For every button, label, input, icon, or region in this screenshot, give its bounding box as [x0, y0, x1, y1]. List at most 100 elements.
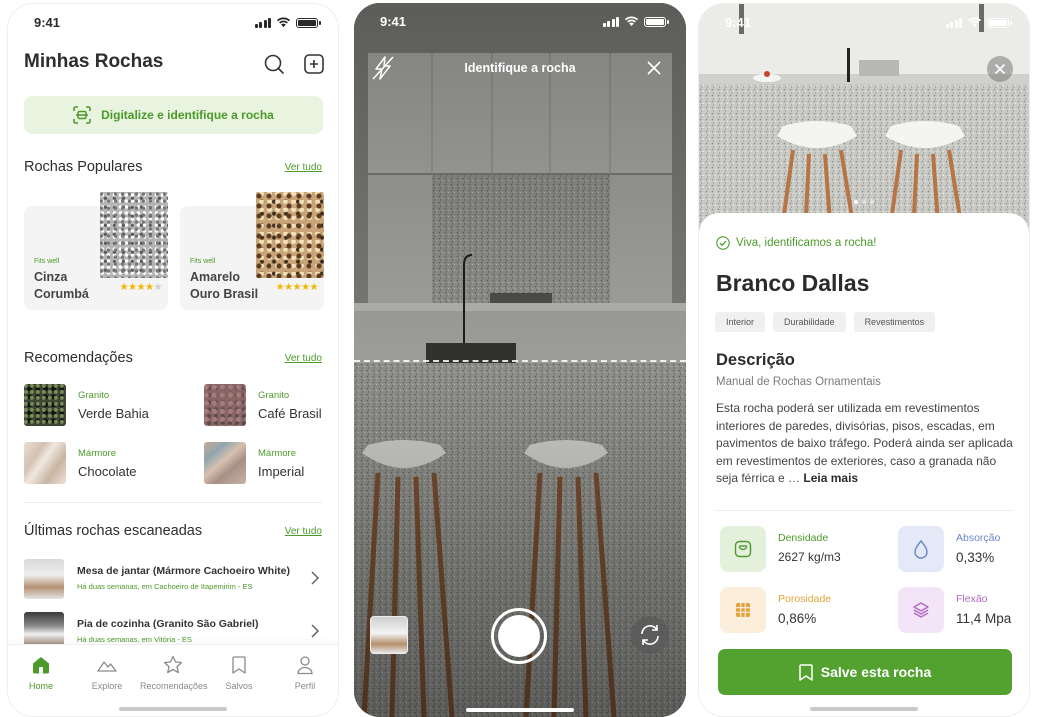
scan-guide-line — [354, 360, 686, 362]
rock-thumbnail — [204, 384, 246, 426]
recent-scan-item[interactable]: Mesa de jantar (Mármore Cachoeiro White)… — [24, 559, 322, 599]
wifi-icon — [624, 16, 639, 27]
tab-explore[interactable]: Explore — [74, 655, 140, 691]
description-text: Esta rocha poderá ser utilizada em reves… — [716, 401, 1013, 486]
status-bar: 9:41 — [354, 13, 686, 31]
tab-label: Recomendações — [140, 681, 208, 691]
tag-chips: Interior Durabilidade Revestimentos — [715, 312, 936, 332]
stat-flexion: Flexão 11,4 Mpa — [898, 587, 1029, 635]
save-rock-button[interactable]: Salve esta rocha — [718, 649, 1012, 695]
shutter-button[interactable] — [491, 608, 547, 664]
rock-thumbnail — [24, 442, 66, 484]
rock-category: Granito — [258, 390, 290, 401]
recent-section-header: Últimas rochas escaneadas Ver tudo — [24, 523, 322, 539]
recommendations-heading: Recomendações — [24, 350, 133, 366]
wifi-icon — [276, 17, 291, 28]
tab-profile[interactable]: Perfil — [272, 655, 338, 691]
status-time: 9:41 — [380, 14, 407, 29]
scan-icon — [73, 106, 91, 124]
home-icon — [33, 657, 49, 674]
droplet-icon — [898, 526, 944, 572]
save-button-label: Salve esta rocha — [820, 664, 932, 680]
battery-icon — [987, 18, 1012, 28]
recent-see-all-link[interactable]: Ver tudo — [285, 526, 322, 537]
search-icon[interactable] — [263, 53, 285, 75]
wifi-icon — [967, 17, 982, 28]
rock-name: Chocolate — [78, 464, 137, 479]
recommendation-item[interactable]: Mármore Imperial — [204, 442, 338, 484]
mountain-icon — [97, 661, 117, 672]
switch-camera-button[interactable] — [631, 616, 669, 654]
result-screen: 9:41 Viva, identificamos a rocha! Branco… — [698, 3, 1030, 717]
scan-rock-button[interactable]: Digitalize e identifique a rocha — [24, 96, 323, 134]
recommendations-see-all-link[interactable]: Ver tudo — [285, 353, 322, 364]
tab-saved[interactable]: Salvos — [206, 655, 272, 691]
recommendation-item[interactable]: Granito Café Brasil — [204, 384, 338, 426]
stat-porosity: Porosidade 0,86% — [720, 587, 870, 635]
popular-see-all-link[interactable]: Ver tudo — [285, 162, 322, 173]
status-bar: 9:41 — [8, 14, 338, 32]
rock-name: Verde Bahia — [78, 406, 149, 421]
camera-title: Identifique a rocha — [464, 61, 576, 75]
rotate-camera-icon — [641, 625, 659, 645]
page-title: Minhas Rochas — [24, 51, 164, 72]
stat-density: Densidade 2627 kg/m3 — [720, 526, 870, 574]
tab-home[interactable]: Home — [8, 655, 74, 691]
scan-subtitle: Há duas semanas, em Cachoeiro de Itapemi… — [77, 582, 253, 591]
stat-label: Porosidade — [778, 593, 832, 605]
tab-label: Salvos — [225, 681, 253, 691]
divider — [715, 510, 1013, 511]
carousel-dots[interactable] — [854, 200, 874, 204]
popular-card[interactable]: Fits well Amarelo Ouro Brasil ★★★★★ — [180, 192, 324, 310]
density-icon — [720, 526, 766, 572]
close-icon — [994, 63, 1006, 75]
close-icon[interactable] — [646, 60, 662, 76]
popular-card[interactable]: Fits well Cinza Corumbá ★★★★★ — [24, 192, 168, 310]
scan-thumbnail — [24, 559, 64, 599]
tab-label: Perfil — [294, 681, 316, 691]
rock-thumbnail — [204, 442, 246, 484]
rock-title: Branco Dallas — [716, 270, 870, 296]
tag-chip[interactable]: Revestimentos — [853, 312, 936, 332]
home-screen: 9:41 Minhas Rochas Digitalize e identifi… — [7, 3, 339, 717]
signal-icon — [254, 18, 271, 28]
description-source: Manual de Rochas Ornamentais — [716, 376, 881, 388]
rock-image — [256, 192, 324, 278]
scan-subtitle: Há duas semanas, em Vitória - ES — [77, 635, 192, 644]
add-icon[interactable] — [303, 53, 325, 75]
card-tag: Fits well — [34, 258, 60, 265]
rock-category: Mármore — [78, 448, 117, 459]
rock-name: Café Brasil — [258, 406, 322, 421]
chevron-right-icon — [311, 571, 320, 585]
status-bar: 9:41 — [699, 14, 1029, 32]
rock-thumbnail — [24, 384, 66, 426]
user-icon — [297, 656, 313, 675]
tag-chip[interactable]: Interior — [715, 312, 766, 332]
recommendation-item[interactable]: Granito Verde Bahia — [24, 384, 174, 426]
stat-value: 0,86% — [778, 611, 817, 626]
stat-value: 11,4 Mpa — [956, 611, 1012, 626]
description-heading: Descrição — [716, 351, 795, 369]
stat-label: Flexão — [956, 593, 988, 605]
gallery-thumbnail[interactable] — [370, 616, 408, 654]
recommendation-item[interactable]: Mármore Chocolate — [24, 442, 174, 484]
stat-value: 0,33% — [956, 550, 995, 565]
scan-title: Mesa de jantar (Mármore Cachoeiro White) — [77, 565, 290, 577]
identified-status: Viva, identificamos a rocha! — [716, 236, 876, 250]
card-tag: Fits well — [190, 258, 216, 265]
rock-image — [100, 192, 168, 278]
grid-icon — [720, 587, 766, 633]
divider — [24, 502, 322, 503]
read-more-link[interactable]: Leia mais — [803, 471, 858, 485]
card-name: Amarelo Ouro Brasil — [190, 270, 259, 301]
rock-category: Mármore — [258, 448, 297, 459]
stat-absorption: Absorção 0,33% — [898, 526, 1029, 574]
stat-label: Densidade — [778, 532, 829, 544]
tab-recommendations[interactable]: Recomendações — [140, 655, 208, 691]
check-circle-icon — [716, 236, 730, 250]
close-button[interactable] — [987, 56, 1013, 82]
tag-chip[interactable]: Durabilidade — [773, 312, 846, 332]
chevron-right-icon — [311, 624, 320, 638]
layers-icon — [898, 587, 944, 633]
tab-label: Explore — [91, 681, 123, 691]
